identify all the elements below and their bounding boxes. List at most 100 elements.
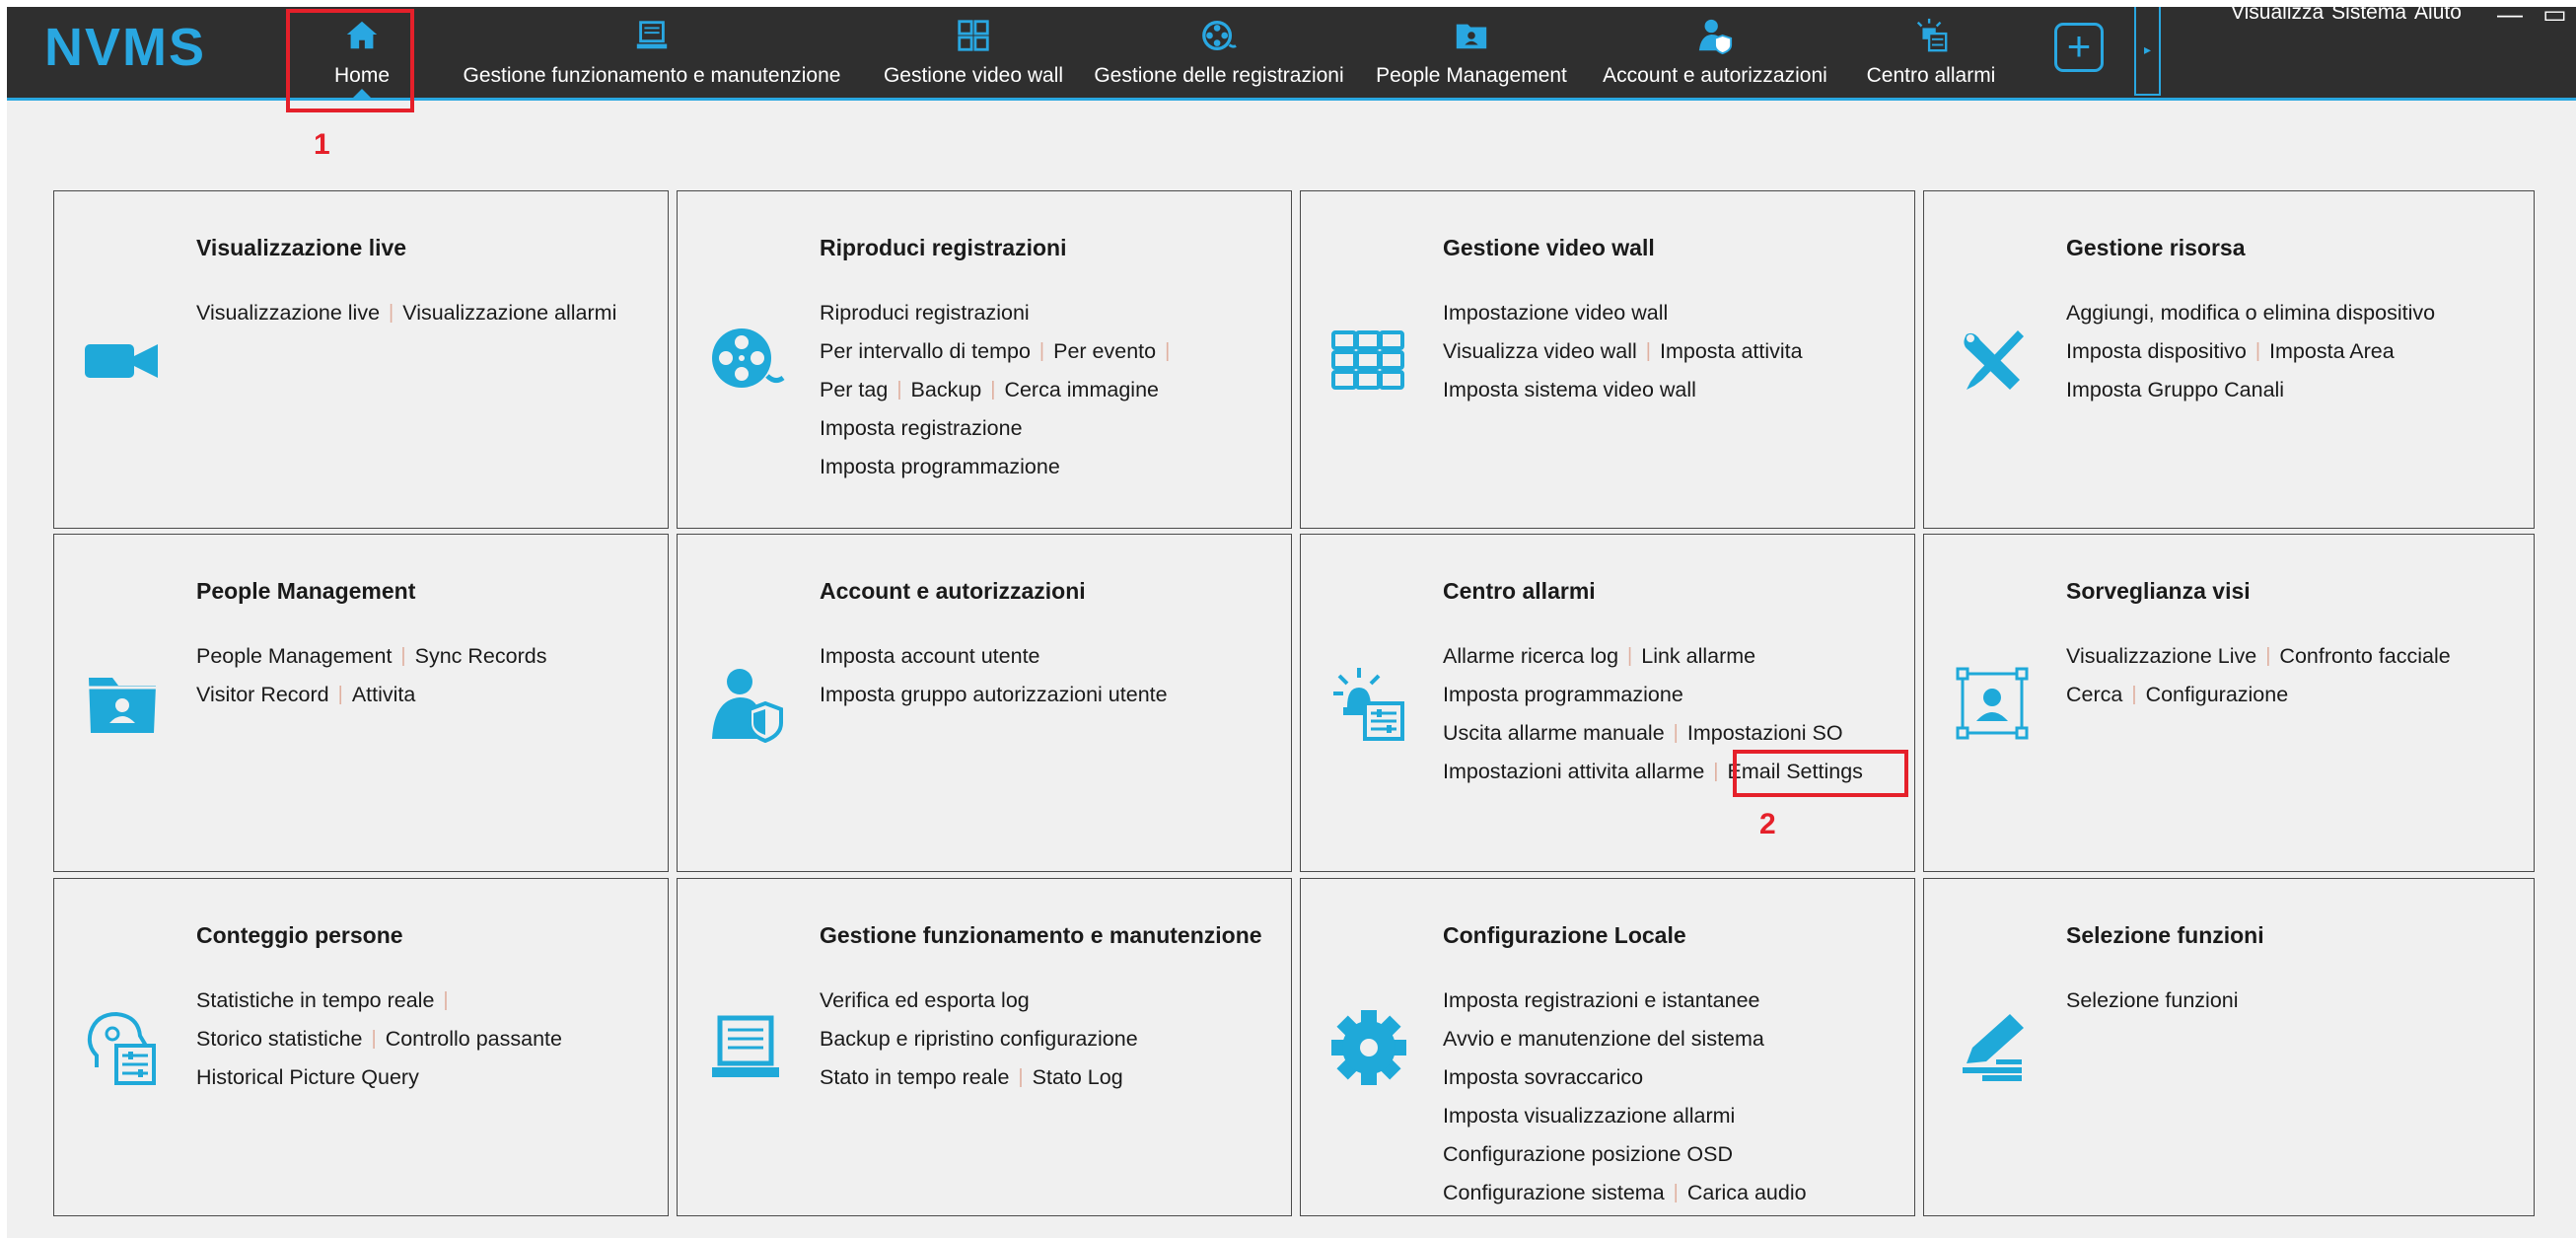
link-verifica-ed-esporta-log[interactable]: Verifica ed esporta log <box>820 988 1030 1013</box>
tile-link-list: Verifica ed esporta log Backup e ripristi… <box>820 982 1287 1097</box>
link-backup-e-ripristino-configurazione[interactable]: Backup e ripristino configurazione <box>820 1027 1138 1052</box>
link-historical-picture-query[interactable]: Historical Picture Query <box>196 1065 419 1090</box>
tile-link-list: Imposta registrazioni e istantanee Avvio … <box>1443 982 1910 1212</box>
link-imposta-programmazione[interactable]: Imposta programmazione <box>820 455 1060 479</box>
menu-aiuto[interactable]: Aiuto <box>2414 1 2462 25</box>
link-imposta-registrazioni-e-istantanee[interactable]: Imposta registrazioni e istantanee <box>1443 988 1759 1013</box>
link-link-allarme[interactable]: Link allarme <box>1641 644 1755 669</box>
link-imposta-dispositivo[interactable]: Imposta dispositivo <box>2066 339 2247 364</box>
link-allarme-ricerca-log[interactable]: Allarme ricerca log <box>1443 644 1618 669</box>
nav-video-wall[interactable]: Gestione video wall <box>867 7 1080 98</box>
link-per-tag[interactable]: Per tag <box>820 378 888 402</box>
link-configurazione-posizione-osd[interactable]: Configurazione posizione OSD <box>1443 1142 1733 1167</box>
link-visualizza-video-wall[interactable]: Visualizza video wall <box>1443 339 1637 364</box>
add-module-button[interactable]: + <box>2054 23 2104 72</box>
nav-recordings-label: Gestione delle registrazioni <box>1094 64 1344 87</box>
link-separator: | <box>1018 1066 1024 1088</box>
link-separator: | <box>2131 684 2137 705</box>
nav-people-management[interactable]: People Management <box>1363 7 1580 98</box>
menu-visualizza[interactable]: Visualizza <box>2231 1 2324 25</box>
link-impostazioni-attivita-allarme[interactable]: Impostazioni attivita allarme <box>1443 760 1704 784</box>
person-folder-icon[interactable] <box>80 535 165 871</box>
film-reel-icon[interactable] <box>703 191 788 528</box>
tile-link-row: Statistiche in tempo reale | <box>196 982 664 1020</box>
tile-link-row: Cerca | Configurazione <box>2066 676 2530 714</box>
nav-alarm-center[interactable]: Centro allarmi <box>1848 7 2014 98</box>
link-confronto-facciale[interactable]: Confronto facciale <box>2279 644 2450 669</box>
nav-accounts[interactable]: Account e autorizzazioni <box>1586 7 1844 98</box>
link-uscita-allarme-manuale[interactable]: Uscita allarme manuale <box>1443 721 1665 746</box>
link-per-evento[interactable]: Per evento <box>1053 339 1156 364</box>
tile-title: Gestione video wall <box>1443 235 1655 260</box>
camera-icon[interactable] <box>80 191 165 528</box>
link-attivita[interactable]: Attivita <box>352 683 416 707</box>
link-storico-statistiche[interactable]: Storico statistiche <box>196 1027 362 1052</box>
link-avvio-e-manutenzione-del-sistema[interactable]: Avvio e manutenzione del sistema <box>1443 1027 1764 1052</box>
link-visitor-record[interactable]: Visitor Record <box>196 683 329 707</box>
user-shield-icon[interactable] <box>703 535 788 871</box>
link-imposta-registrazione[interactable]: Imposta registrazione <box>820 416 1023 441</box>
link-imposta-sovraccarico[interactable]: Imposta sovraccarico <box>1443 1065 1643 1090</box>
tile-configurazione-locale: Configurazione Locale Imposta registrazio… <box>1300 878 1915 1216</box>
tile-title: Selezione funzioni <box>2066 922 2264 948</box>
link-imposta-visualizzazione-allarmi[interactable]: Imposta visualizzazione allarmi <box>1443 1104 1735 1129</box>
link-stato-log[interactable]: Stato Log <box>1033 1065 1123 1090</box>
link-sync-records[interactable]: Sync Records <box>415 644 547 669</box>
link-riproduci-registrazioni[interactable]: Riproduci registrazioni <box>820 301 1030 326</box>
tile-link-row: Visitor Record | Attivita <box>196 676 664 714</box>
alarm-icon[interactable] <box>1326 535 1411 871</box>
link-cerca-immagine[interactable]: Cerca immagine <box>1004 378 1159 402</box>
nav-operations-maintenance[interactable]: Gestione funzionamento e manutenzione <box>448 7 856 98</box>
link-statistiche-in-tempo-reale[interactable]: Statistiche in tempo reale <box>196 988 434 1013</box>
link-imposta-area[interactable]: Imposta Area <box>2269 339 2395 364</box>
link-visualizzazione-live[interactable]: Visualizzazione Live <box>2066 644 2256 669</box>
link-controllo-passante[interactable]: Controllo passante <box>386 1027 562 1052</box>
link-imposta-programmazione[interactable]: Imposta programmazione <box>1443 683 1683 707</box>
face-frame-icon[interactable] <box>1950 535 2035 871</box>
link-aggiungi-modifica-o-elimina-dispositivo[interactable]: Aggiungi, modifica o elimina dispositivo <box>2066 301 2435 326</box>
link-configurazione-sistema[interactable]: Configurazione sistema <box>1443 1181 1665 1205</box>
tile-link-row: Visualizzazione live | Visualizzazione all… <box>196 294 664 332</box>
link-imposta-gruppo-canali[interactable]: Imposta Gruppo Canali <box>2066 378 2284 402</box>
link-visualizzazione-live[interactable]: Visualizzazione live <box>196 301 380 326</box>
video-wall-icon[interactable] <box>1326 191 1411 528</box>
link-imposta-account-utente[interactable]: Imposta account utente <box>820 644 1040 669</box>
tile-link-row: Per intervallo di tempo | Per evento | <box>820 332 1287 371</box>
link-separator: | <box>400 645 406 667</box>
tile-title: Gestione risorsa <box>2066 235 2246 260</box>
edit-list-icon[interactable] <box>1950 879 2035 1215</box>
link-configurazione[interactable]: Configurazione <box>2146 683 2289 707</box>
link-stato-in-tempo-reale[interactable]: Stato in tempo reale <box>820 1065 1009 1090</box>
link-visualizzazione-allarmi[interactable]: Visualizzazione allarmi <box>402 301 616 326</box>
maximize-button[interactable]: ▭ <box>2542 0 2567 30</box>
tools-icon[interactable] <box>1950 191 2035 528</box>
laptop-icon[interactable] <box>703 879 788 1215</box>
gear-icon[interactable] <box>1326 879 1411 1215</box>
link-imposta-sistema-video-wall[interactable]: Imposta sistema video wall <box>1443 378 1696 402</box>
link-imposta-attivita[interactable]: Imposta attivita <box>1660 339 1803 364</box>
tile-link-row: Riproduci registrazioni <box>820 294 1287 332</box>
minimize-button[interactable]: — <box>2497 0 2523 30</box>
link-impostazione-video-wall[interactable]: Impostazione video wall <box>1443 301 1668 326</box>
link-separator: | <box>1645 340 1651 362</box>
link-imposta-gruppo-autorizzazioni-utente[interactable]: Imposta gruppo autorizzazioni utente <box>820 683 1168 707</box>
tile-link-list: Visualizzazione Live | Confronto facciale C… <box>2066 637 2530 714</box>
link-selezione-funzioni[interactable]: Selezione funzioni <box>2066 988 2239 1013</box>
link-backup[interactable]: Backup <box>911 378 982 402</box>
user-shield-icon <box>1694 15 1736 56</box>
top-right-menu: Visualizza Sistema Aiuto <box>2231 1 2462 25</box>
link-people-management[interactable]: People Management <box>196 644 392 669</box>
tile-link-row: Imposta visualizzazione allarmi <box>1443 1097 1910 1135</box>
nav-recordings[interactable]: Gestione delle registrazioni <box>1078 7 1360 98</box>
link-cerca[interactable]: Cerca <box>2066 683 2122 707</box>
tile-link-row: Imposta sistema video wall <box>1443 371 1910 409</box>
tile-link-row: Per tag | Backup | Cerca immagine <box>820 371 1287 409</box>
menu-sistema[interactable]: Sistema <box>2331 1 2406 25</box>
head-stats-icon[interactable] <box>80 879 165 1215</box>
tile-link-row: Configurazione posizione OSD <box>1443 1135 1910 1174</box>
link-per-intervallo-di-tempo[interactable]: Per intervallo di tempo <box>820 339 1031 364</box>
annotation-number-2: 2 <box>1759 808 1776 840</box>
link-carica-audio[interactable]: Carica audio <box>1687 1181 1807 1205</box>
expand-toolbar-tab[interactable]: ▸ <box>2134 7 2161 96</box>
link-impostazioni-so[interactable]: Impostazioni SO <box>1687 721 1843 746</box>
